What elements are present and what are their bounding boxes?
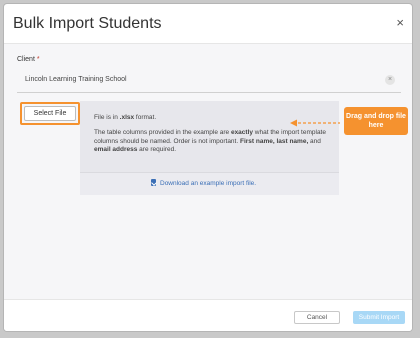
modal-title: Bulk Import Students	[13, 15, 162, 32]
required-mark: *	[36, 56, 40, 63]
download-label: Download an example import file.	[160, 180, 257, 187]
para-bold1: exactly	[230, 129, 253, 136]
download-example-link[interactable]: Download an example import file.	[151, 179, 256, 187]
client-label: Client *	[17, 56, 40, 63]
close-icon[interactable]: ×	[396, 16, 404, 30]
cancel-button[interactable]: Cancel	[294, 311, 340, 324]
drag-drop-callout: Drag and drop file here	[344, 107, 408, 135]
client-value: Lincoln Learning Training School	[25, 76, 127, 83]
format-suffix: format.	[134, 114, 157, 121]
modal-header: Bulk Import Students ×	[4, 4, 412, 44]
para-part3: and	[308, 137, 321, 145]
para-bold2: First name, last name,	[239, 137, 309, 145]
para-part4: are required.	[137, 146, 177, 153]
submit-import-button[interactable]: Submit Import	[353, 311, 405, 324]
format-info: File is in .xlsx format.	[94, 114, 156, 121]
select-file-button[interactable]: Select File	[24, 106, 76, 121]
bulk-import-modal: Bulk Import Students × Client * Lincoln …	[3, 3, 413, 332]
para-part1: The table columns provided in the exampl…	[94, 129, 231, 136]
client-select[interactable]: Lincoln Learning Training School ×	[17, 71, 401, 93]
para-bold3: email address	[94, 146, 138, 153]
columns-info: The table columns provided in the exampl…	[94, 129, 334, 155]
clear-icon[interactable]: ×	[385, 75, 395, 85]
download-file-icon	[151, 179, 156, 186]
format-value: .xlsx	[119, 114, 135, 121]
format-prefix: File is in	[94, 114, 120, 121]
modal-footer: Cancel Submit Import	[4, 299, 412, 331]
client-label-text: Client	[17, 56, 35, 63]
callout-arrow-icon	[290, 119, 340, 127]
